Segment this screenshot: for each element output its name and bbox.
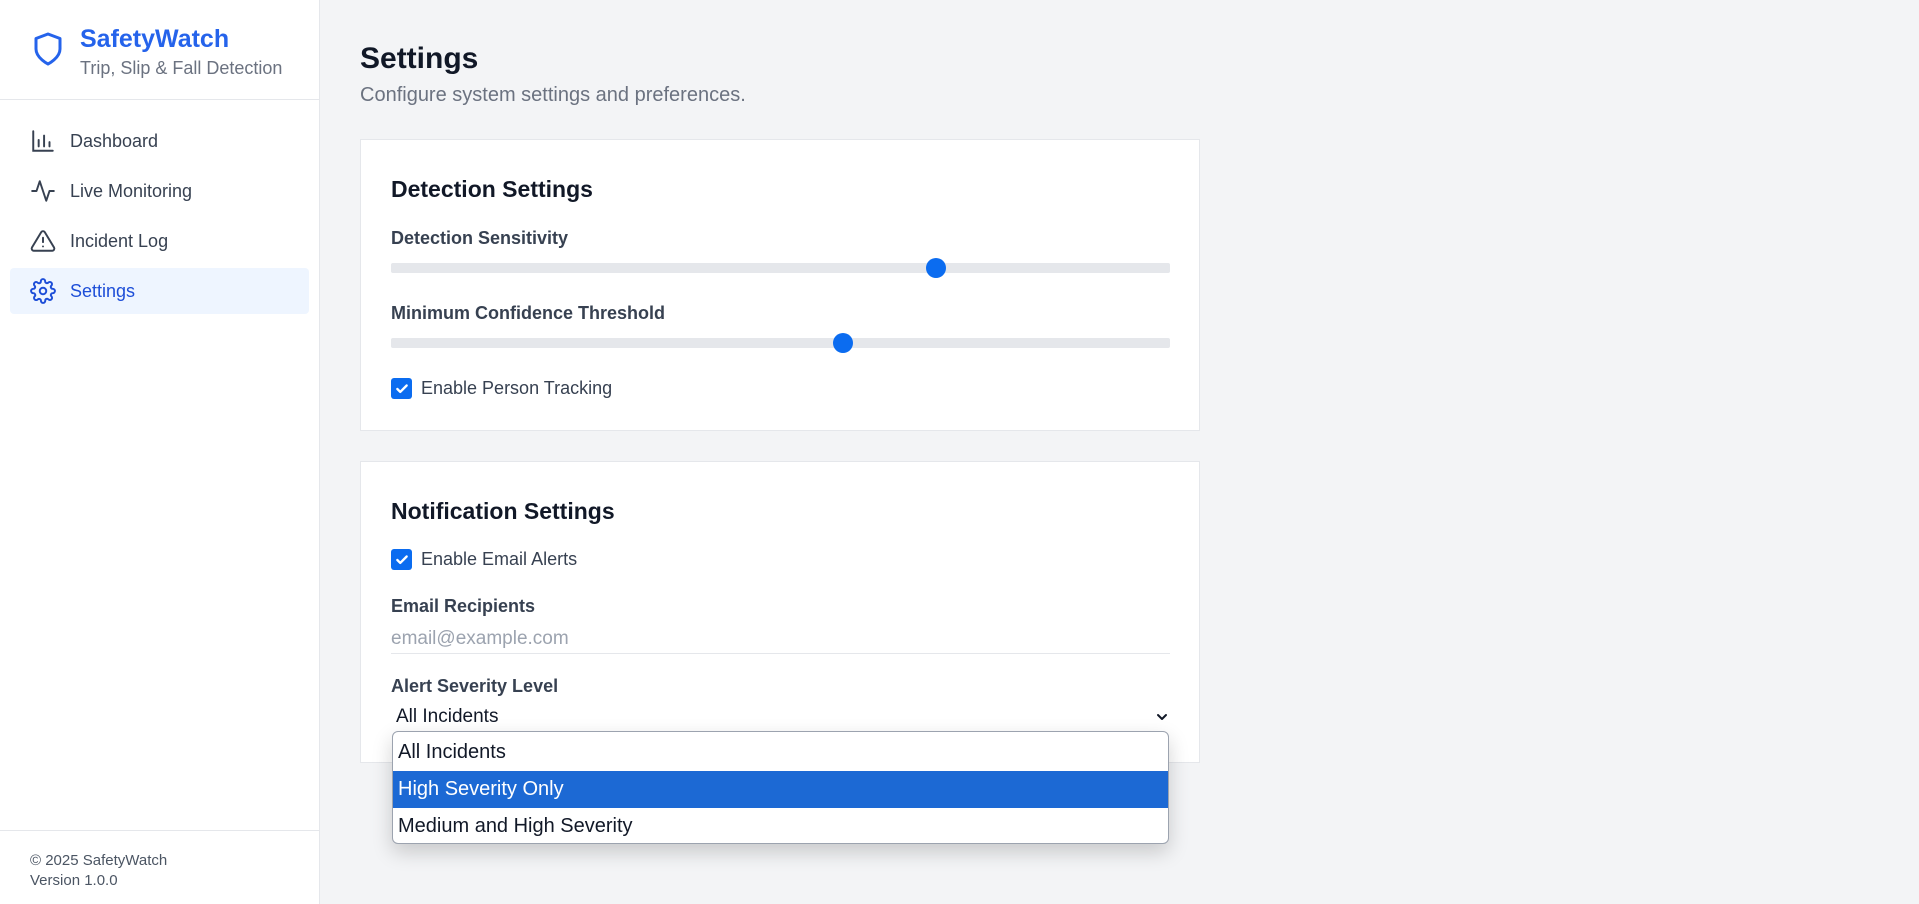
shield-icon	[34, 32, 62, 66]
severity-option-medium-high[interactable]: Medium and High Severity	[393, 808, 1168, 843]
person-tracking-toggle[interactable]: Enable Person Tracking	[391, 378, 612, 399]
sidebar-item-label: Incident Log	[70, 230, 169, 251]
detection-settings-card: Detection Settings Detection Sensitivity…	[360, 139, 1200, 431]
person-tracking-label: Enable Person Tracking	[421, 378, 613, 398]
notification-settings-card: Notification Settings Enable Email Alert…	[360, 461, 1200, 763]
brand-tagline: Trip, Slip & Fall Detection	[80, 58, 283, 78]
sidebar-item-live-monitoring[interactable]: Live Monitoring	[10, 168, 309, 214]
severity-label: Alert Severity Level	[391, 676, 559, 696]
version-text: Version 1.0.0	[30, 872, 118, 889]
email-alerts-checkbox[interactable]	[391, 549, 412, 570]
page-subtitle: Configure system settings and preference…	[360, 84, 746, 106]
page-title: Settings	[360, 42, 479, 75]
confidence-slider[interactable]	[391, 333, 1170, 353]
notification-settings-title: Notification Settings	[391, 498, 615, 524]
sidebar-item-incident-log[interactable]: Incident Log	[10, 218, 309, 264]
check-icon	[395, 554, 408, 564]
severity-option-high[interactable]: High Severity Only	[393, 771, 1168, 808]
sidebar-item-label: Live Monitoring	[70, 180, 193, 201]
email-recipients-input[interactable]	[391, 624, 1170, 654]
chevron-down-icon	[1157, 714, 1167, 720]
sidebar-nav: Dashboard Live Monitoring Incident Log S…	[0, 100, 319, 314]
sensitivity-label: Detection Sensitivity	[391, 228, 569, 248]
sidebar-item-label: Dashboard	[70, 130, 159, 151]
person-tracking-checkbox[interactable]	[391, 378, 412, 399]
severity-dropdown-list: All Incidents High Severity Only Medium …	[392, 731, 1169, 844]
confidence-slider-thumb[interactable]	[832, 333, 853, 353]
bar-chart-icon	[32, 130, 54, 152]
brand-name: SafetyWatch	[80, 25, 230, 53]
brand-header: SafetyWatch Trip, Slip & Fall Detection	[0, 0, 319, 100]
sensitivity-slider[interactable]	[391, 258, 1170, 278]
severity-option-all[interactable]: All Incidents	[393, 734, 1168, 771]
email-alerts-toggle[interactable]: Enable Email Alerts	[391, 549, 577, 570]
sidebar-item-settings[interactable]: Settings	[10, 268, 309, 314]
severity-select[interactable]: All Incidents	[391, 703, 1170, 731]
sidebar-item-dashboard[interactable]: Dashboard	[10, 118, 309, 164]
detection-settings-title: Detection Settings	[391, 176, 593, 202]
sensitivity-slider-thumb[interactable]	[926, 258, 947, 278]
sidebar-item-label: Settings	[70, 280, 136, 301]
alert-triangle-icon	[30, 230, 56, 252]
sidebar-footer: © 2025 SafetyWatch Version 1.0.0	[0, 830, 319, 904]
email-alerts-label: Enable Email Alerts	[421, 549, 578, 569]
email-recipients-label: Email Recipients	[391, 596, 536, 616]
severity-select-value: All Incidents	[396, 706, 499, 727]
sidebar: SafetyWatch Trip, Slip & Fall Detection …	[0, 0, 320, 904]
confidence-label: Minimum Confidence Threshold	[391, 303, 666, 323]
copyright-text: © 2025 SafetyWatch	[30, 852, 168, 869]
gear-icon	[30, 278, 56, 304]
check-icon	[395, 383, 408, 393]
activity-icon	[31, 180, 55, 202]
